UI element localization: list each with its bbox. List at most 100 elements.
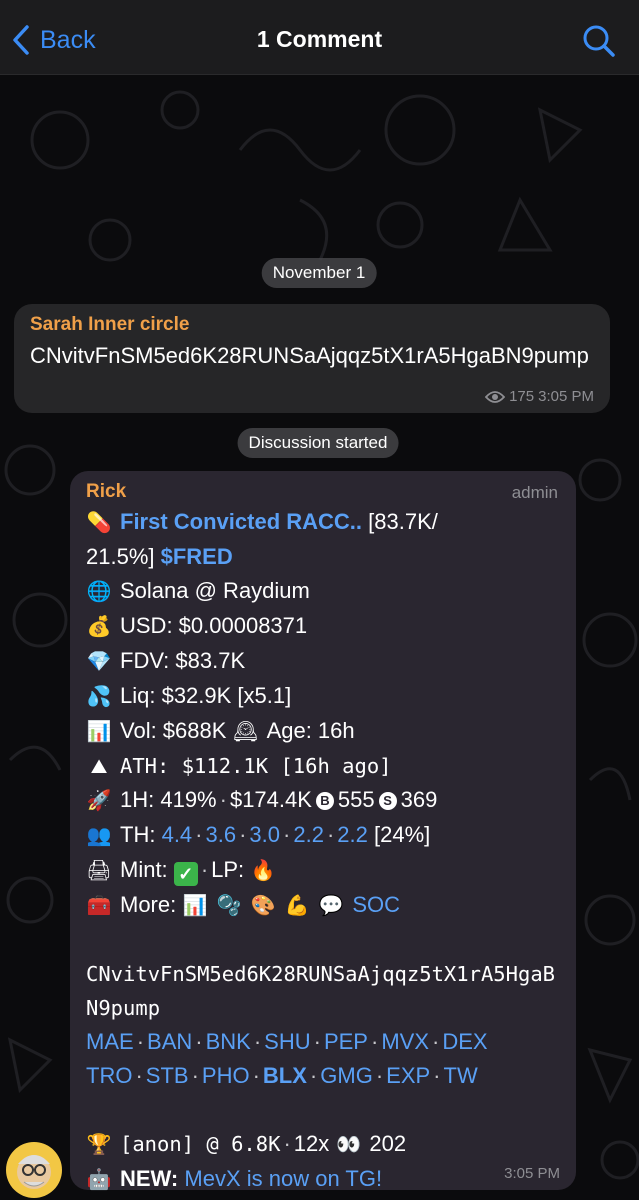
bubbles-link-icon[interactable]: 🫧 — [216, 889, 242, 923]
check-icon: ✓ — [173, 862, 198, 886]
globe-icon: 🌐 — [86, 581, 112, 603]
chart-link-icon[interactable]: 📊 — [182, 889, 208, 923]
th-label: TH: — [120, 822, 156, 847]
vol-line: 📊 Vol: $688K 🕰 Age: 16h — [86, 714, 560, 749]
top-bar: Back 1 Comment — [0, 0, 639, 75]
link-mvx[interactable]: MVX — [381, 1029, 429, 1054]
link-blx[interactable]: BLX — [263, 1063, 307, 1088]
buys-icon: B — [315, 792, 334, 810]
lp-label: LP: — [211, 857, 245, 882]
palette-link-icon[interactable]: 🎨 — [250, 889, 276, 923]
anon-text: [anon] @ 6.8K — [120, 1132, 281, 1156]
link-pep[interactable]: PEP — [324, 1029, 368, 1054]
usd-text: USD: $0.00008371 — [120, 613, 308, 638]
comment-sender: Rick — [86, 481, 127, 502]
mevx-link[interactable]: MevX is now on TG! — [184, 1166, 382, 1191]
link-gmg[interactable]: GMG — [320, 1063, 373, 1088]
diamond-icon: 💎 — [86, 651, 112, 673]
links-row-2: TRO · STB · PHO · BLX · GMG · EXP · TW — [86, 1063, 478, 1088]
link-dex[interactable]: DEX — [442, 1029, 487, 1054]
mountain-icon: ⛰ — [90, 754, 108, 778]
anon-line: 🏆 [anon] @ 6.8K · 12x 👀 202 — [86, 1127, 560, 1162]
avatar[interactable] — [6, 1142, 62, 1198]
age-text: Age: 16h — [266, 718, 355, 743]
channel-post-bubble[interactable]: Sarah Inner circle CNvitvFnSM5ed6K28RUNS… — [14, 304, 610, 413]
speech-link-icon[interactable]: 💬 — [318, 889, 344, 923]
post-sender: Sarah Inner circle — [30, 314, 190, 335]
liq-line: 💦 Liq: $32.9K [x5.1] — [86, 679, 560, 714]
multiplier: 12x — [293, 1131, 330, 1156]
contract-address[interactable]: CNvitvFnSM5ed6K28RUNSaAjqqz5tX1rA5HgaBN9… — [86, 957, 562, 1025]
link-bnk[interactable]: BNK — [206, 1029, 251, 1054]
comment-time: 3:05 PM — [504, 1165, 560, 1182]
search-icon[interactable] — [582, 24, 616, 58]
links-row-1: MAE · BAN · BNK · SHU · PEP · MVX · DEX — [86, 1029, 488, 1054]
comment-bubble[interactable]: Rick admin 💊 First Convicted RACC.. [83.7… — [70, 471, 576, 1191]
eyes-icon: 👀 — [335, 1134, 361, 1156]
chain-text: Solana @ Raydium — [120, 578, 310, 603]
droplets-icon: 💦 — [86, 686, 112, 708]
link-tro[interactable]: TRO — [86, 1063, 132, 1088]
date-pill: November 1 — [261, 258, 377, 288]
robot-icon: 🤖 — [86, 1169, 112, 1191]
buys-count: 555 — [337, 787, 375, 812]
top-holder-link[interactable]: 3.0 — [249, 822, 280, 847]
link-ban[interactable]: BAN — [147, 1029, 192, 1054]
th-total: [24%] — [373, 822, 431, 847]
top-holder-link[interactable]: 4.4 — [162, 822, 193, 847]
token-name-link[interactable]: First Convicted RACC.. — [120, 509, 362, 534]
vol-text: Vol: $688K — [120, 718, 227, 743]
link-stb[interactable]: STB — [146, 1063, 189, 1088]
post-text: CNvitvFnSM5ed6K28RUNSaAjqqz5tX1rA5HgaBN9… — [30, 343, 589, 368]
top-holder-link[interactable]: 3.6 — [206, 822, 237, 847]
link-pho[interactable]: PHO — [202, 1063, 250, 1088]
people-icon: 👥 — [86, 825, 112, 847]
h1-vol-text: $174.4K — [229, 787, 312, 812]
clock-icon: 🕰 — [232, 721, 259, 743]
new-label: NEW: — [120, 1166, 179, 1191]
link-tw[interactable]: TW — [444, 1063, 478, 1088]
ath-line: ⛰ ATH: $112.1K [16h ago] — [86, 749, 560, 783]
more-label: More: — [120, 892, 177, 917]
printer-icon: 🖨 — [86, 860, 112, 882]
token-pct: 21.5%] — [86, 544, 155, 569]
h1-line: 🚀 1H: 419% · $174.4K B 555 S 369 — [86, 783, 560, 818]
top-holder-link[interactable]: 2.2 — [337, 822, 368, 847]
top-holders-line: 👥 TH: 4.4 · 3.6 · 3.0 · 2.2 · 2.2 [24%] — [86, 818, 560, 853]
avatar-face-icon — [17, 1155, 51, 1189]
soc-link[interactable]: SOC — [352, 892, 400, 917]
new-line: 🤖 NEW: MevX is now on TG! — [86, 1162, 560, 1197]
eye-icon — [485, 390, 506, 403]
usd-line: 💰 USD: $0.00008371 — [86, 609, 560, 644]
page-title: 1 Comment — [256, 26, 383, 52]
link-exp[interactable]: EXP — [386, 1063, 430, 1088]
eyes-count: 202 — [369, 1131, 407, 1156]
token-title-line-2: 21.5%] $FRED — [86, 540, 560, 574]
toolbox-icon: 🧰 — [86, 895, 112, 917]
discussion-started-pill: Discussion started — [237, 428, 399, 458]
fdv-line: 💎 FDV: $83.7K — [86, 644, 560, 679]
token-stats: [83.7K/ — [368, 509, 438, 534]
post-time: 3:05 PM — [538, 388, 594, 405]
money-bag-icon: 💰 — [86, 616, 112, 638]
rocket-icon: 🚀 — [86, 790, 112, 812]
admin-badge: admin — [511, 483, 558, 502]
ticker-link[interactable]: $FRED — [161, 544, 233, 569]
muscle-link-icon[interactable]: 💪 — [284, 889, 310, 923]
bar-chart-icon: 📊 — [86, 721, 112, 743]
top-holder-link[interactable]: 2.2 — [293, 822, 324, 847]
sells-icon: S — [378, 792, 397, 810]
view-count: 175 — [509, 388, 535, 405]
token-title-line: 💊 First Convicted RACC.. [83.7K/ — [86, 505, 560, 540]
more-line: 🧰 More: 📊 🫧 🎨 💪 💬 SOC — [86, 888, 560, 923]
sells-count: 369 — [400, 787, 438, 812]
mint-line: 🖨 Mint: ✓ · LP: 🔥 — [86, 853, 560, 888]
ath-text: ATH: $112.1K [16h ago] — [120, 754, 392, 778]
link-shu[interactable]: SHU — [264, 1029, 310, 1054]
link-mae[interactable]: MAE — [86, 1029, 134, 1054]
chain-line: 🌐 Solana @ Raydium — [86, 574, 560, 609]
fire-icon: 🔥 — [250, 860, 276, 882]
mint-label: Mint: — [120, 857, 168, 882]
post-meta: 175 3:05 PM — [485, 388, 594, 405]
liq-text: Liq: $32.9K [x5.1] — [120, 683, 292, 708]
